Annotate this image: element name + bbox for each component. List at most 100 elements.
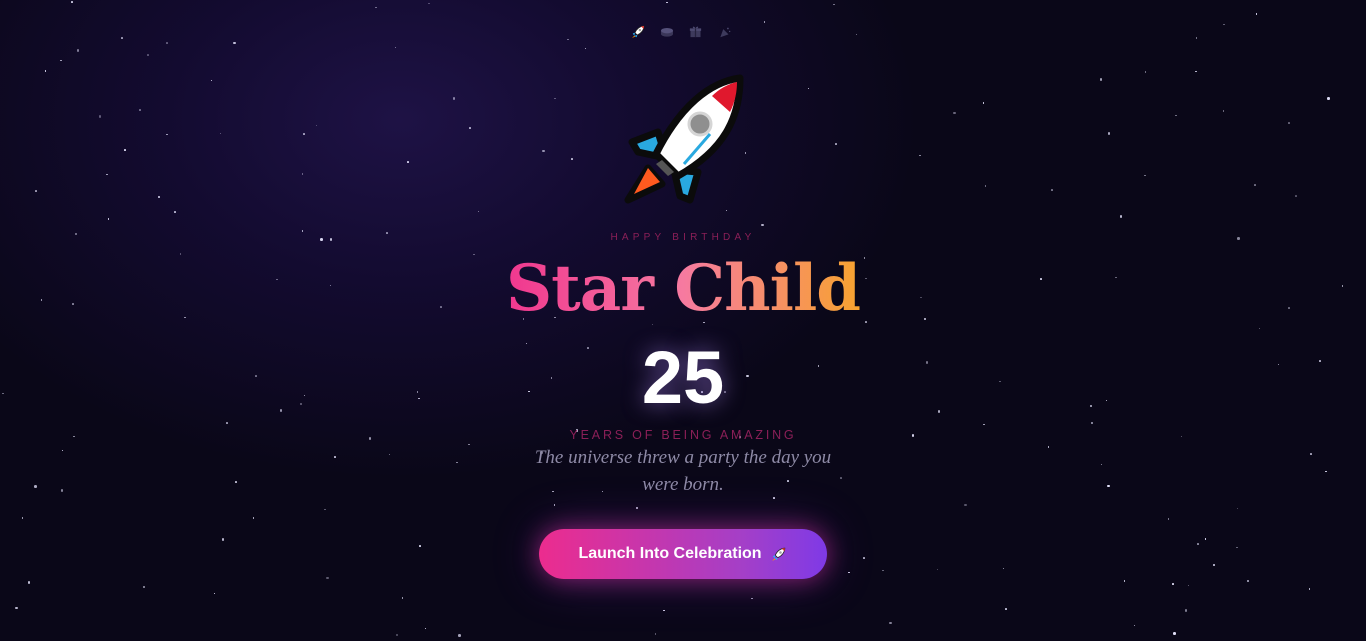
star	[1255, 13, 1258, 15]
star	[452, 97, 456, 100]
star	[166, 133, 168, 136]
star	[419, 545, 421, 547]
star	[401, 597, 404, 599]
star	[428, 2, 430, 5]
star	[233, 41, 236, 45]
star	[1047, 446, 1050, 448]
star	[395, 633, 399, 637]
star	[761, 223, 764, 227]
star	[15, 606, 18, 610]
star	[303, 133, 305, 135]
star	[210, 79, 213, 82]
star	[1099, 78, 1103, 81]
star	[458, 634, 461, 637]
star	[654, 633, 657, 635]
star	[1295, 195, 1297, 197]
star	[1310, 453, 1312, 455]
rocket-icon	[769, 545, 788, 564]
star	[542, 149, 545, 153]
star	[840, 477, 842, 479]
star	[1236, 507, 1239, 510]
launch-celebration-button[interactable]: Launch Into Celebration	[539, 529, 827, 579]
star	[326, 576, 329, 580]
star	[663, 609, 665, 612]
star	[848, 571, 850, 574]
star	[1325, 470, 1327, 473]
star	[1167, 518, 1170, 520]
star	[882, 569, 884, 572]
star	[855, 33, 858, 36]
star	[1184, 609, 1188, 612]
star	[71, 1, 73, 3]
star	[60, 489, 64, 492]
star	[1223, 23, 1225, 26]
star	[982, 102, 985, 104]
star	[27, 581, 31, 584]
star	[919, 154, 921, 157]
star	[983, 423, 985, 426]
star	[394, 46, 397, 49]
star	[1308, 588, 1310, 590]
rocket-icon	[618, 72, 748, 212]
star	[44, 70, 47, 72]
star	[98, 115, 102, 118]
star	[334, 456, 336, 458]
star	[833, 3, 835, 6]
star	[666, 1, 668, 4]
star	[1246, 579, 1250, 583]
star	[252, 517, 255, 519]
nav-gift-icon[interactable]	[686, 22, 705, 41]
star	[468, 443, 470, 446]
star	[1187, 584, 1190, 587]
star	[1327, 97, 1330, 100]
star	[763, 21, 766, 23]
star	[157, 195, 161, 199]
nav-cake-icon[interactable]	[657, 22, 676, 41]
star	[1090, 421, 1094, 425]
nav-rocket-icon[interactable]	[628, 22, 647, 41]
star	[1254, 184, 1256, 186]
star	[424, 627, 427, 630]
age-number: 25	[641, 336, 725, 419]
star	[60, 59, 62, 62]
star	[567, 38, 569, 41]
star	[76, 49, 80, 52]
star	[571, 158, 573, 160]
star	[1288, 122, 1290, 124]
star	[1107, 132, 1111, 135]
star	[166, 42, 168, 44]
star	[1100, 463, 1103, 466]
star	[124, 149, 126, 151]
star	[1002, 567, 1005, 570]
star	[984, 185, 987, 187]
star	[1222, 110, 1225, 112]
star	[964, 503, 967, 507]
star	[1173, 632, 1176, 635]
star	[554, 97, 556, 100]
star	[751, 597, 753, 600]
star	[584, 47, 587, 50]
star	[953, 111, 956, 115]
star	[219, 132, 222, 135]
star	[301, 173, 304, 175]
star	[807, 87, 810, 90]
star	[142, 585, 146, 589]
nav-party-popper-icon[interactable]	[715, 22, 734, 41]
star	[1197, 543, 1199, 545]
star	[34, 485, 37, 488]
star	[221, 538, 225, 541]
star	[1195, 37, 1198, 39]
eyebrow-label: HAPPY BIRTHDAY	[610, 232, 756, 243]
age-caption: YEARS OF BEING AMAZING	[569, 428, 797, 442]
star	[469, 127, 471, 129]
star	[1204, 538, 1207, 540]
star	[315, 124, 318, 127]
star	[213, 592, 216, 595]
star	[107, 218, 110, 220]
star	[35, 190, 37, 192]
star	[407, 161, 409, 163]
star	[1144, 174, 1146, 177]
star	[226, 422, 228, 424]
star	[121, 37, 123, 39]
star	[635, 506, 639, 510]
